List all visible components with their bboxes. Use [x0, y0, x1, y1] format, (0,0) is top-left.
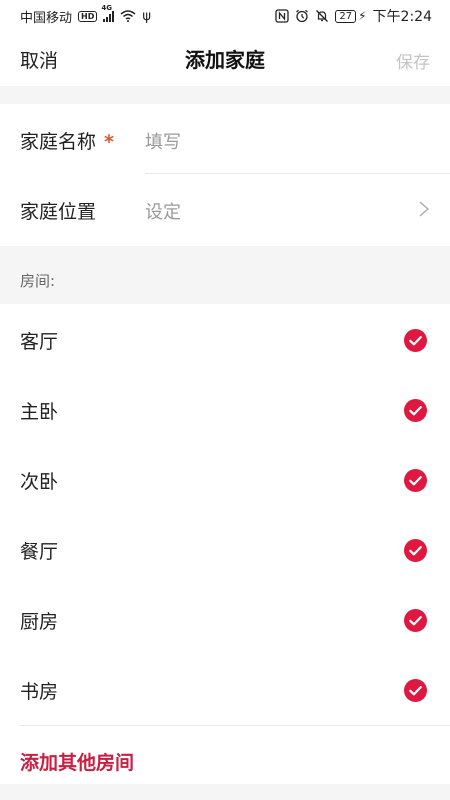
carrier-name: 中国移动 [20, 10, 73, 26]
battery-indicator: 27 [335, 9, 357, 23]
family-name-input[interactable]: 填写 [145, 128, 181, 154]
rooms-section-header: 房间: [0, 246, 450, 304]
checkmark-circle-icon[interactable] [404, 399, 427, 422]
family-name-label: 家庭名称 * [20, 127, 114, 154]
divider [20, 725, 450, 726]
room-label: 主卧 [20, 401, 59, 423]
chevron-right-icon [419, 201, 430, 217]
room-label: 书房 [20, 681, 59, 703]
checkmark-circle-icon[interactable] [404, 609, 427, 632]
room-item-dining-room[interactable]: 餐厅 [0, 515, 450, 585]
checkmark-circle-icon[interactable] [404, 469, 427, 492]
rooms-header-label: 房间: [20, 272, 56, 290]
nav-bar: 取消 添加家庭 保存 [0, 32, 450, 86]
save-button[interactable]: 保存 [396, 48, 430, 73]
room-label: 客厅 [20, 331, 59, 353]
checkmark-circle-icon[interactable] [404, 539, 427, 562]
cancel-button[interactable]: 取消 [20, 46, 58, 73]
family-location-value[interactable]: 设定 [145, 198, 181, 224]
required-mark: * [104, 131, 114, 153]
room-item-master-bedroom[interactable]: 主卧 [0, 375, 450, 445]
alarm-icon [296, 9, 309, 23]
clock: 下午2:24 [372, 9, 432, 25]
status-bar: 中国移动 HD 4G ψ 27 ⚡ 下午2:24 [0, 0, 450, 32]
family-name-row[interactable]: 家庭名称 * 填写 [0, 104, 450, 174]
room-label: 厨房 [20, 611, 59, 633]
room-item-kitchen[interactable]: 厨房 [0, 585, 450, 655]
charging-icon: ⚡ [358, 9, 367, 23]
add-other-room-button[interactable]: 添加其他房间 [20, 748, 134, 775]
nfc-icon [275, 9, 290, 23]
signal-icon: 4G [101, 4, 115, 22]
mute-bell-icon [316, 10, 329, 22]
room-item-second-bedroom[interactable]: 次卧 [0, 445, 450, 515]
usb-icon: ψ [142, 8, 151, 24]
family-location-row[interactable]: 家庭位置 设定 [0, 174, 450, 244]
room-label: 餐厅 [20, 541, 59, 563]
family-name-label-text: 家庭名称 [20, 131, 97, 153]
network-type: 4G [101, 4, 112, 12]
section-gap [0, 86, 450, 104]
page-title: 添加家庭 [185, 48, 265, 72]
room-label: 次卧 [20, 471, 59, 493]
room-item-study[interactable]: 书房 [0, 655, 450, 725]
checkmark-circle-icon[interactable] [404, 329, 427, 352]
bottom-gap [0, 784, 450, 800]
room-item-living-room[interactable]: 客厅 [0, 305, 450, 375]
family-location-label: 家庭位置 [20, 201, 97, 223]
checkmark-circle-icon[interactable] [404, 679, 427, 702]
hd-badge: HD [78, 10, 98, 22]
wifi-icon [120, 10, 136, 22]
